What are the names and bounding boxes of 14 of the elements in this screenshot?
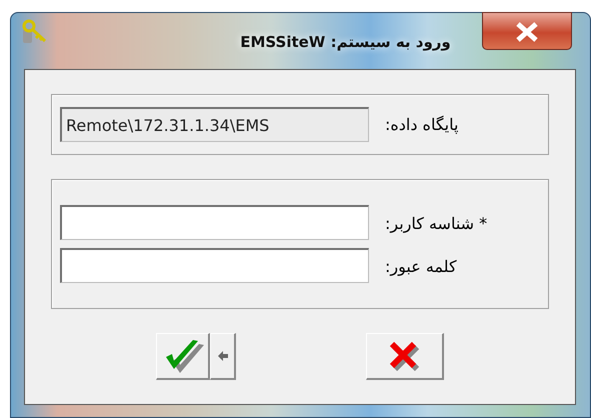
close-icon	[514, 22, 540, 42]
close-button[interactable]	[482, 12, 572, 50]
input-field[interactable]	[60, 248, 369, 283]
field-label: * شناسه کاربر:	[385, 213, 488, 235]
field-label: کلمه عبور:	[385, 256, 457, 278]
ok-button[interactable]	[156, 333, 210, 380]
arrow-left-icon	[218, 350, 228, 362]
dropdown-button[interactable]	[210, 333, 236, 380]
database-field[interactable]: Remote\172.31.1.34\EMS	[60, 107, 369, 142]
database-label: پایگاه داده:	[385, 114, 458, 136]
input-field[interactable]	[60, 205, 369, 240]
close-icon	[388, 341, 422, 371]
cancel-button[interactable]	[366, 333, 444, 380]
window-title: ورود به سیستم: EMSSiteW	[239, 32, 452, 53]
